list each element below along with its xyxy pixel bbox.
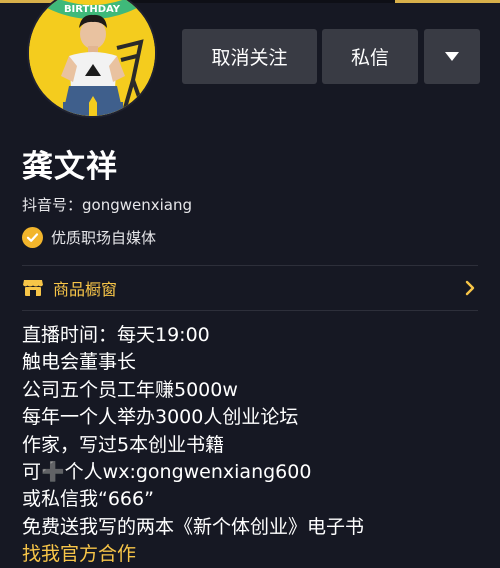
bio-line: 作家，写过5本创业书籍 <box>22 433 225 456</box>
bio-line: 或私信我“666” <box>22 488 154 511</box>
verified-label: 优质职场自媒体 <box>51 228 157 247</box>
avatar-badge-text: BIRTHDAY <box>64 4 121 15</box>
bio: 直播时间：每天19:00 触电会董事长 公司五个员工年赚5000w 每年一个人举… <box>22 322 492 541</box>
official-cooperation-link[interactable]: 找我官方合作 <box>22 541 136 568</box>
bio-line: 可➕个人wx:gongwenxiang600 <box>22 460 312 483</box>
verified-row: 优质职场自媒体 <box>22 225 156 249</box>
more-button[interactable] <box>424 29 480 84</box>
unfollow-button[interactable]: 取消关注 <box>182 29 317 84</box>
verified-check-icon <box>22 226 43 248</box>
top-strip-segment <box>395 0 500 3</box>
shop-window-label: 商品橱窗 <box>53 280 118 299</box>
profile-name: 龚文祥 <box>22 149 118 185</box>
chevron-right-icon <box>465 280 475 296</box>
douyin-id: 抖音号：gongwenxiang <box>22 196 192 214</box>
bio-line: 触电会董事长 <box>22 351 137 374</box>
avatar-image: BIRTHDAY <box>29 0 155 116</box>
divider <box>22 310 478 311</box>
bio-line: 每年一个人举办3000人创业论坛 <box>22 406 299 429</box>
shop-window-entry[interactable]: 商品橱窗 <box>22 266 478 310</box>
storefront-icon <box>22 278 44 298</box>
bio-line: 直播时间：每天19:00 <box>22 324 210 346</box>
message-button[interactable]: 私信 <box>322 29 418 84</box>
bio-line: 免费送我写的两本《新个体创业》电子书 <box>22 515 365 538</box>
unfollow-button-label: 取消关注 <box>211 47 288 69</box>
avatar[interactable]: BIRTHDAY <box>27 0 157 118</box>
triangle-down-icon <box>445 52 459 61</box>
bio-line: 公司五个员工年赚5000w <box>22 378 238 401</box>
message-button-label: 私信 <box>350 47 389 69</box>
